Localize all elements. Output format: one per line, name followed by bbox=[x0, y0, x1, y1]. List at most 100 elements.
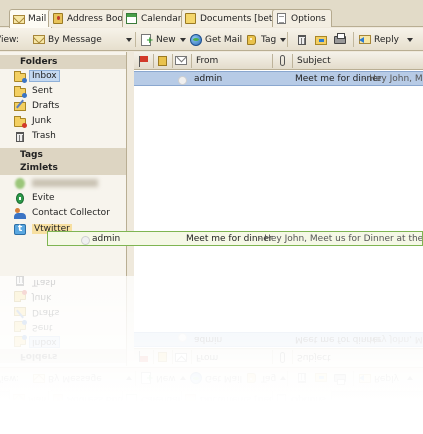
calendar-icon bbox=[126, 13, 138, 24]
contact-collector-icon bbox=[14, 207, 26, 219]
view-dropdown-value: By Message bbox=[48, 34, 102, 45]
attachment-column-header[interactable] bbox=[277, 54, 289, 68]
message-row[interactable]: admin Meet me for dinner - Hey John, Me bbox=[134, 71, 423, 86]
message-fragment: - Hey John, Me bbox=[363, 74, 423, 84]
column-separator bbox=[153, 54, 154, 68]
subject-column-header[interactable]: Subject bbox=[297, 54, 331, 68]
flag-icon bbox=[138, 55, 150, 67]
trash-icon bbox=[14, 131, 26, 142]
from-column-header[interactable]: From bbox=[196, 54, 218, 68]
new-button[interactable]: New bbox=[141, 32, 186, 47]
drag-from: admin bbox=[92, 234, 121, 244]
view-dropdown[interactable]: By Message bbox=[33, 32, 132, 47]
tag-button[interactable]: Tag bbox=[246, 32, 287, 47]
blurred-zimlet-label bbox=[32, 179, 98, 187]
column-separator bbox=[172, 54, 173, 68]
tag-icon bbox=[157, 55, 169, 67]
drafts-icon bbox=[14, 101, 26, 112]
get-mail-button[interactable]: Get Mail bbox=[190, 32, 242, 47]
folder-label: Junk bbox=[32, 116, 52, 126]
tab-label: Options bbox=[291, 13, 326, 24]
view-label: View: bbox=[0, 32, 19, 47]
folder-sent[interactable]: Sent bbox=[14, 84, 52, 98]
junk-icon bbox=[14, 115, 27, 128]
mail-app-window: Mail Address Book Calendar Documents [be… bbox=[0, 0, 423, 276]
zimlet-contact-collector[interactable]: Contact Collector bbox=[14, 206, 110, 220]
message-list-header: From Subject bbox=[134, 52, 423, 70]
chevron-down-icon bbox=[280, 37, 287, 42]
tab-label: Calendar bbox=[141, 13, 182, 24]
tab-label: Documents [beta] bbox=[200, 13, 282, 24]
read-status-icon bbox=[175, 55, 188, 67]
folders-header[interactable]: Folders bbox=[0, 55, 126, 69]
inbox-icon bbox=[14, 70, 27, 83]
tab-options[interactable]: Options bbox=[272, 9, 332, 27]
printer-icon bbox=[334, 32, 346, 46]
tag-button-label: Tag bbox=[261, 34, 277, 45]
new-message-icon bbox=[141, 33, 154, 46]
folder-drafts[interactable]: Drafts bbox=[14, 99, 59, 113]
reply-button-label: Reply bbox=[374, 34, 399, 45]
column-separator bbox=[292, 54, 293, 68]
globe-icon bbox=[190, 33, 202, 46]
chevron-down-icon[interactable] bbox=[406, 37, 413, 42]
folder-label: Inbox bbox=[29, 70, 60, 82]
evite-icon bbox=[14, 192, 26, 204]
address-book-icon bbox=[52, 13, 64, 24]
mail-toolbar: View: By Message New Get Mail Tag bbox=[0, 28, 423, 51]
delete-button[interactable] bbox=[296, 32, 311, 47]
window-reflection: Mail Address Book Calendar Documents [be… bbox=[0, 276, 423, 434]
vtwitter-icon bbox=[14, 223, 26, 235]
toolbar-separator bbox=[135, 32, 136, 47]
zimlet-evite[interactable]: Evite bbox=[14, 191, 55, 205]
zimlet-label: Contact Collector bbox=[32, 208, 110, 218]
tab-mail[interactable]: Mail bbox=[9, 9, 53, 28]
toolbar-separator bbox=[287, 32, 288, 47]
paperclip-icon bbox=[277, 55, 289, 67]
reply-button[interactable]: Reply bbox=[359, 32, 413, 47]
toolbar-separator bbox=[353, 32, 354, 47]
folder-trash[interactable]: Trash bbox=[14, 129, 56, 143]
tag-icon bbox=[246, 34, 258, 46]
column-separator bbox=[191, 54, 192, 68]
tab-label: Mail bbox=[28, 14, 47, 24]
documents-icon bbox=[185, 13, 197, 24]
folder-junk[interactable]: Junk bbox=[14, 114, 51, 128]
tab-calendar[interactable]: Calendar bbox=[122, 9, 188, 27]
tab-label: Address Book bbox=[67, 13, 129, 24]
tag-column-header[interactable] bbox=[157, 54, 169, 68]
chevron-down-icon bbox=[125, 37, 132, 42]
drag-proxy-row[interactable]: admin Meet me for dinner - Hey John, Mee… bbox=[47, 231, 423, 246]
chevron-down-icon[interactable] bbox=[179, 37, 186, 42]
app-tab-bar: Mail Address Book Calendar Documents [be… bbox=[0, 0, 423, 28]
reply-icon bbox=[359, 34, 371, 46]
folder-label: Trash bbox=[32, 131, 56, 141]
unread-dot-icon bbox=[178, 74, 187, 85]
get-mail-label: Get Mail bbox=[205, 34, 243, 45]
blurred-zimlet-icon bbox=[14, 177, 26, 189]
envelope-icon bbox=[33, 34, 45, 46]
drag-fragment: - Hey John, Meet us for Dinner at the Ba… bbox=[258, 234, 423, 244]
reflection-fade bbox=[0, 276, 423, 434]
options-icon bbox=[276, 13, 288, 24]
zimlet-label: Evite bbox=[32, 193, 55, 203]
folder-label: Drafts bbox=[32, 101, 60, 111]
print-button[interactable] bbox=[334, 32, 349, 47]
move-button[interactable] bbox=[315, 32, 330, 47]
sent-icon bbox=[14, 85, 27, 98]
new-button-label: New bbox=[156, 34, 176, 45]
message-from: admin bbox=[194, 74, 223, 84]
unread-dot-icon bbox=[81, 234, 90, 245]
folder-inbox[interactable]: Inbox bbox=[14, 69, 60, 83]
flag-column-header[interactable] bbox=[138, 54, 150, 68]
move-to-folder-icon bbox=[315, 34, 327, 46]
tags-header[interactable]: Tags bbox=[0, 148, 126, 162]
envelope-icon bbox=[13, 14, 25, 25]
trash-icon bbox=[296, 34, 308, 46]
status-column-header[interactable] bbox=[175, 54, 188, 68]
view-label-text: View: bbox=[0, 34, 19, 45]
zimlets-header[interactable]: Zimlets bbox=[0, 161, 126, 175]
zimlet-item-blurred[interactable] bbox=[14, 176, 98, 190]
screenshot-stage: Mail Address Book Calendar Documents [be… bbox=[0, 0, 423, 434]
column-separator bbox=[272, 54, 273, 68]
